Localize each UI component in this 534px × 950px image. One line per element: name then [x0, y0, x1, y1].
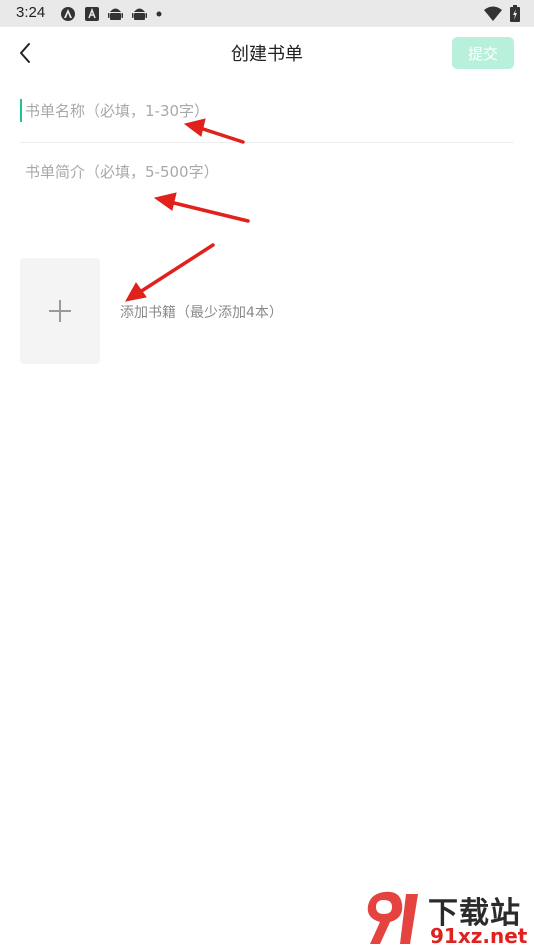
annotation-arrow: [125, 243, 215, 302]
add-book-button[interactable]: [20, 258, 100, 364]
text-caret: [20, 99, 22, 122]
status-time: 3:24: [16, 4, 46, 21]
booklist-intro-input[interactable]: [25, 158, 505, 218]
a-box-icon: [85, 7, 99, 21]
android-icon: [108, 8, 123, 20]
divider: [20, 142, 514, 143]
wifi-icon: [484, 6, 502, 21]
watermark-text-bottom: 91xz.net: [430, 924, 528, 948]
status-icons-left: [60, 6, 162, 22]
booklist-name-input[interactable]: [25, 95, 505, 127]
battery-icon: [510, 5, 520, 22]
watermark: 下载站 91xz.net: [362, 888, 530, 948]
status-bar: 3:24: [0, 0, 534, 27]
watermark-logo-icon: [367, 891, 418, 944]
dot-icon: [156, 11, 162, 17]
screen: 3:24 创建书单 提交 书单名称（必填，1-30字） 书单简介（必填，5-50…: [0, 0, 534, 950]
add-books-label: 添加书籍（最少添加4本）: [120, 305, 283, 321]
name-field-wrapper: [20, 95, 512, 127]
plus-icon: [49, 300, 71, 322]
android-icon: [132, 8, 147, 20]
header: 创建书单 提交: [0, 27, 534, 79]
circle-a-icon: [61, 7, 75, 21]
status-icons-right: [484, 5, 520, 22]
submit-button[interactable]: 提交: [452, 37, 514, 69]
